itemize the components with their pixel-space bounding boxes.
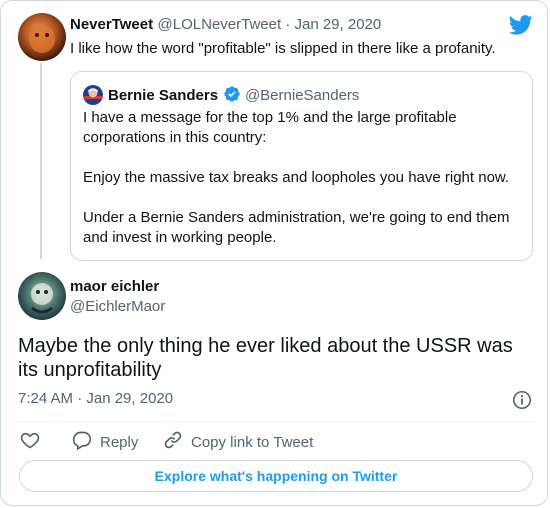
main-handle[interactable]: @EichlerMaor xyxy=(70,298,165,315)
reply-text: I like how the word "profitable" is slip… xyxy=(70,40,496,57)
main-display-name[interactable]: maor eichler xyxy=(70,278,159,295)
tweet-embed-card: NeverTweet @LOLNeverTweet · Jan 29, 2020… xyxy=(0,0,548,506)
copy-link-button[interactable]: Copy link to Tweet xyxy=(163,430,313,454)
reply-button[interactable]: Reply xyxy=(72,430,138,454)
twitter-logo-icon[interactable] xyxy=(508,15,533,35)
quoted-paragraph: Under a Bernie Sanders administration, w… xyxy=(83,209,510,246)
quoted-paragraph: I have a message for the top 1% and the … xyxy=(83,109,457,146)
explore-label: Explore what's happening on Twitter xyxy=(154,468,398,484)
link-icon xyxy=(163,430,183,454)
maor-avatar[interactable] xyxy=(18,272,66,320)
nevertweet-avatar[interactable] xyxy=(18,13,66,61)
info-icon[interactable] xyxy=(512,390,532,410)
divider xyxy=(19,421,533,422)
like-button[interactable] xyxy=(20,430,40,454)
bernie-avatar xyxy=(83,85,103,105)
thread-connector xyxy=(40,63,42,259)
quoted-paragraph: Enjoy the massive tax breaks and loophol… xyxy=(83,169,510,186)
quoted-tweet[interactable]: Bernie Sanders @BernieSanders I have a m… xyxy=(70,71,533,261)
quoted-handle: @BernieSanders xyxy=(244,87,360,104)
reply-display-name[interactable]: NeverTweet xyxy=(70,16,153,33)
explore-twitter-button[interactable]: Explore what's happening on Twitter xyxy=(19,460,533,492)
reply-icon xyxy=(72,430,92,454)
copy-link-label: Copy link to Tweet xyxy=(191,433,314,451)
main-tweet-text: Maybe the only thing he ever liked about… xyxy=(18,335,513,381)
verified-badge-icon xyxy=(223,85,241,108)
reply-handle-date[interactable]: @LOLNeverTweet · Jan 29, 2020 xyxy=(158,16,382,33)
heart-icon xyxy=(20,430,40,454)
main-timestamp[interactable]: 7:24 AM · Jan 29, 2020 xyxy=(18,390,173,407)
reply-label: Reply xyxy=(100,433,139,451)
quoted-display-name: Bernie Sanders xyxy=(108,87,219,104)
